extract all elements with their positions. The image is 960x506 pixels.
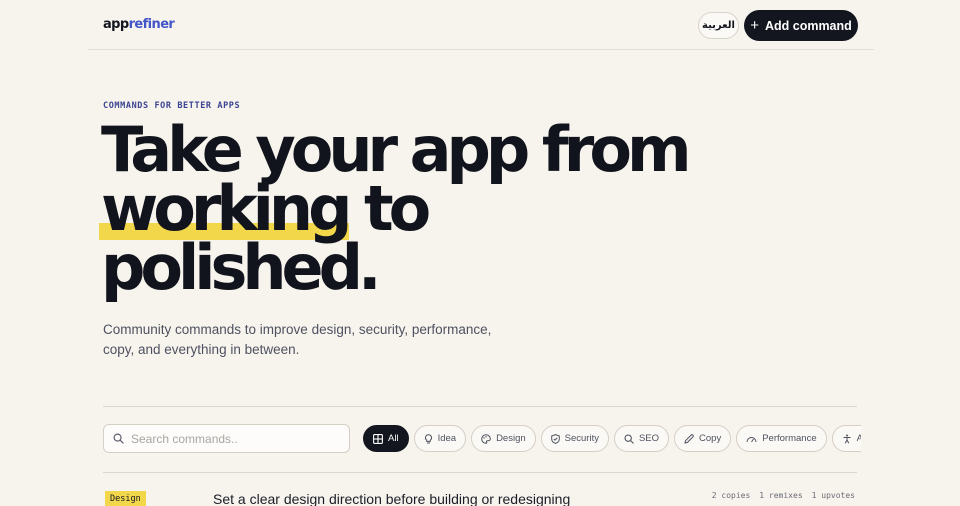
headline-line-3: polished. (101, 231, 382, 304)
divider (103, 472, 857, 473)
filter-chip-security[interactable]: Security (540, 425, 609, 452)
language-toggle-button[interactable]: العربية (698, 12, 739, 39)
filter-chip-copy[interactable]: Copy (674, 425, 732, 452)
filter-chip-label: Copy (699, 433, 722, 444)
command-title[interactable]: Set a clear design direction before buil… (213, 491, 570, 506)
pencil-icon (684, 433, 694, 444)
palette-icon (481, 433, 491, 444)
filter-chip-label: Security (564, 433, 599, 444)
accessibility-icon (842, 434, 852, 444)
hero-headline: Take your app from working to polished. (98, 113, 692, 304)
hero-eyebrow: COMMANDS FOR BETTER APPS (103, 101, 241, 111)
logo-text-app: app (103, 17, 129, 32)
command-row[interactable]: Design Set a clear design direction befor… (103, 486, 857, 506)
filter-chip-label: Design (496, 433, 526, 444)
filter-chip-design[interactable]: Design (471, 425, 536, 452)
app-logo[interactable]: apprefiner (103, 17, 175, 32)
headline-line-1: Take your app from (101, 113, 692, 186)
plus-icon: + (750, 17, 759, 34)
filter-chip-accessibility[interactable]: Accessibility (831, 425, 861, 452)
top-nav: apprefiner العربية + Add command (88, 0, 874, 50)
logo-text-refiner: refiner (128, 17, 175, 32)
filter-chip-label: Idea (437, 433, 457, 444)
category-filter-bar: All Idea Design Security SEO Copy Performance A… (363, 425, 861, 453)
filter-chip-label: Performance (762, 433, 817, 444)
search-box[interactable] (103, 424, 350, 453)
filter-chip-label: All (388, 433, 399, 444)
search-input[interactable] (131, 431, 331, 446)
headline-highlight: working (98, 172, 352, 245)
gauge-icon (746, 434, 757, 444)
add-command-label: Add command (764, 18, 852, 33)
hero-subtitle: Community commands to improve design, se… (103, 322, 492, 357)
shield-icon (550, 433, 560, 444)
lightbulb-icon (424, 433, 433, 444)
filter-chip-performance[interactable]: Performance (736, 425, 827, 452)
add-command-button[interactable]: + Add command (744, 10, 858, 41)
filter-chip-all[interactable]: All (363, 425, 409, 452)
filter-chip-list: All Idea Design Security SEO Copy Performance A… (363, 425, 861, 452)
divider (103, 406, 857, 407)
upvotes-count: 1 upvotes (811, 491, 855, 500)
headline-line-2: working to (98, 172, 687, 245)
category-badge: Design (105, 491, 146, 506)
grid-icon (373, 433, 383, 444)
filter-chip-label: SEO (638, 433, 660, 444)
command-stats: 2 copies 1 remixes 1 upvotes (712, 491, 855, 500)
search-icon (113, 433, 124, 444)
filter-chip-idea[interactable]: Idea (413, 425, 467, 452)
copies-count: 2 copies (711, 491, 751, 500)
filter-chip-label: Accessibility (856, 433, 861, 444)
remixes-count: 1 remixes (759, 491, 803, 500)
search-icon (624, 433, 634, 444)
filter-chip-seo[interactable]: SEO (613, 425, 670, 452)
